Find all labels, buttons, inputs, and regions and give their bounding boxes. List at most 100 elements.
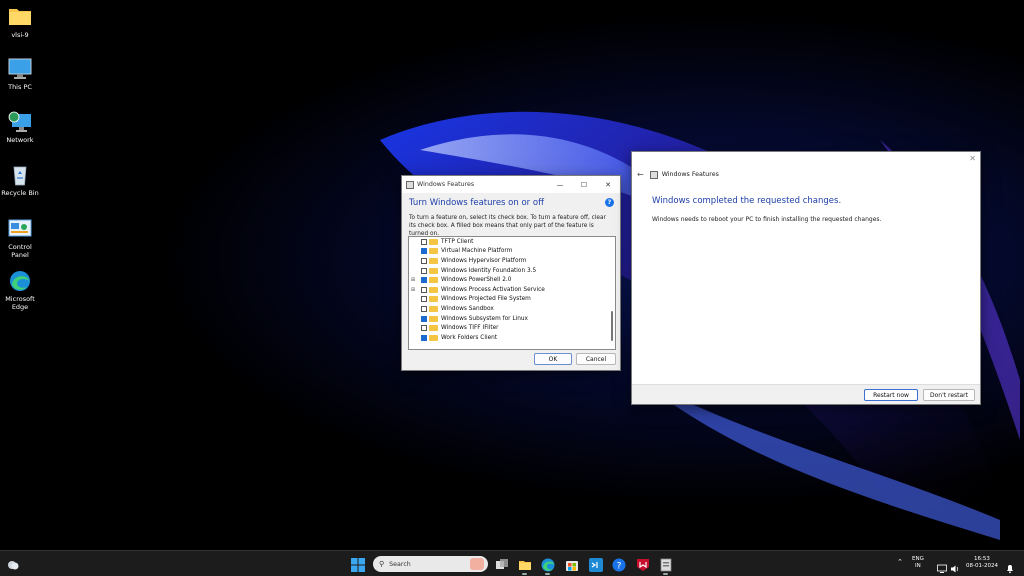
dialog-description: To turn a feature on, select its check b…: [409, 215, 606, 237]
vscode-icon[interactable]: [589, 557, 603, 572]
folder-icon: [429, 305, 438, 312]
folder-icon: [8, 6, 32, 28]
feature-label: Windows Projected File System: [441, 296, 531, 303]
feature-label: Windows PowerShell 2.0: [441, 277, 512, 284]
dialog-heading: Turn Windows features on or off: [409, 198, 544, 208]
feature-checkbox[interactable]: [421, 238, 427, 245]
feature-checkbox[interactable]: [421, 267, 427, 274]
close-button[interactable]: ✕: [969, 154, 976, 163]
time-label: 16:53: [974, 556, 990, 562]
ok-button[interactable]: OK: [534, 353, 572, 365]
recycle-bin-icon: [8, 164, 32, 186]
close-button[interactable]: ✕: [596, 181, 620, 189]
expand-icon[interactable]: ⊞: [409, 287, 417, 293]
feature-checkbox[interactable]: [421, 305, 427, 312]
dont-restart-button[interactable]: Don't restart: [923, 389, 975, 401]
svg-text:?: ?: [617, 562, 622, 572]
feature-checkbox[interactable]: [421, 277, 427, 284]
monitor-icon: [8, 58, 32, 80]
feature-label: Work Folders Client: [441, 334, 498, 341]
feature-label: Virtual Machine Platform: [441, 248, 513, 255]
expand-icon[interactable]: ⊞: [409, 277, 417, 283]
feature-item[interactable]: Windows Projected File System: [409, 295, 615, 305]
feature-label: Windows Subsystem for Linux: [441, 315, 528, 322]
feature-label: Windows Identity Foundation 3.5: [441, 267, 537, 274]
desktop-icon-this-pc[interactable]: This PC: [0, 58, 40, 91]
title-bar[interactable]: Windows Features — ☐ ✕: [402, 176, 620, 193]
feature-checkbox[interactable]: [421, 334, 427, 341]
desktop-icon-label: Recycle Bin: [1, 189, 39, 197]
folder-icon: [429, 267, 438, 274]
search-box[interactable]: ⚲ Search: [373, 556, 488, 572]
folder-icon: [429, 238, 438, 245]
windows-features-dialog: Windows Features — ☐ ✕ Turn Windows feat…: [401, 175, 621, 371]
folder-icon: [429, 257, 438, 264]
feature-item[interactable]: Windows TIFF IFilter: [409, 323, 615, 333]
mcafee-icon[interactable]: [636, 557, 650, 571]
desktop-icon-label: vlsi-9: [11, 31, 29, 39]
feature-item[interactable]: Windows Subsystem for Linux: [409, 314, 615, 324]
search-icon: ⚲: [379, 560, 385, 568]
display-icon[interactable]: [937, 559, 947, 573]
clock[interactable]: 16:53 08-01-2024: [966, 556, 998, 570]
language-indicator[interactable]: ENG IN: [912, 556, 924, 570]
task-view-icon[interactable]: [495, 557, 509, 571]
desktop-icon-folder[interactable]: vlsi-9: [0, 6, 40, 39]
desktop-icon-label: Microsoft Edge: [5, 295, 35, 311]
feature-item[interactable]: ⊞ Windows Process Activation Service: [409, 285, 615, 295]
feature-checkbox[interactable]: [421, 248, 427, 255]
folder-icon: [429, 277, 438, 284]
help-icon[interactable]: ?: [612, 557, 626, 572]
date-label: 08-01-2024: [966, 563, 998, 569]
feature-tree[interactable]: TFTP Client Virtual Machine Platform Windo…: [408, 236, 616, 350]
show-hidden-icons-chevron-icon[interactable]: ⌃: [897, 559, 903, 566]
feature-item[interactable]: ⊞ Windows PowerShell 2.0: [409, 275, 615, 285]
running-indicator: [522, 573, 527, 575]
region-label: IN: [915, 563, 921, 569]
desktop-icon-network[interactable]: Network: [0, 111, 40, 144]
store-icon[interactable]: [565, 557, 579, 571]
windows-features-taskbar-icon[interactable]: [659, 557, 673, 572]
maximize-button[interactable]: ☐: [572, 181, 596, 189]
desktop-icon-control-panel[interactable]: Control Panel: [0, 218, 40, 259]
restart-now-button[interactable]: Restart now: [864, 389, 918, 401]
feature-checkbox[interactable]: [421, 296, 427, 303]
desktop-icon-recycle-bin[interactable]: Recycle Bin: [0, 164, 40, 197]
feature-checkbox[interactable]: [421, 286, 427, 293]
feature-item[interactable]: Virtual Machine Platform: [409, 247, 615, 257]
feature-item[interactable]: TFTP Client: [409, 237, 615, 247]
app-icon: [649, 170, 658, 179]
start-icon[interactable]: [351, 557, 365, 572]
desktop-icon-edge[interactable]: Microsoft Edge: [0, 270, 40, 311]
desktop-icon-label: This PC: [8, 83, 32, 91]
folder-icon: [429, 315, 438, 322]
search-placeholder: Search: [389, 560, 411, 568]
edge-taskbar-icon[interactable]: [541, 557, 555, 572]
notification-bell-icon[interactable]: [1005, 559, 1015, 574]
edge-icon: [8, 270, 32, 292]
weather-icon[interactable]: [6, 557, 20, 571]
help-icon[interactable]: ?: [605, 198, 614, 207]
dialog-footer: Restart now Don't restart: [632, 384, 980, 404]
minimize-button[interactable]: —: [548, 181, 572, 189]
feature-item[interactable]: Work Folders Client: [409, 333, 615, 343]
file-explorer-icon[interactable]: [518, 557, 532, 571]
feature-checkbox[interactable]: [421, 257, 427, 264]
feature-item[interactable]: Windows Hypervisor Platform: [409, 256, 615, 266]
window-title: Windows Features: [417, 181, 475, 188]
completed-changes-dialog: ✕ ← Windows Features Windows completed t…: [631, 151, 981, 405]
cancel-button[interactable]: Cancel: [576, 353, 616, 365]
dialog-message: Windows needs to reboot your PC to finis…: [652, 216, 882, 223]
desktop-icon-label: Network: [6, 136, 34, 144]
back-arrow-icon[interactable]: ←: [637, 170, 644, 179]
feature-label: Windows Sandbox: [441, 305, 494, 312]
volume-icon[interactable]: [950, 559, 960, 573]
dialog-header: ← Windows Features: [637, 170, 719, 179]
feature-item[interactable]: Windows Identity Foundation 3.5: [409, 266, 615, 276]
feature-checkbox[interactable]: [421, 315, 427, 322]
feature-checkbox[interactable]: [421, 325, 427, 332]
running-indicator: [545, 573, 550, 575]
window-title: Windows Features: [661, 171, 719, 178]
control-panel-icon: [8, 218, 32, 240]
feature-item[interactable]: Windows Sandbox: [409, 304, 615, 314]
